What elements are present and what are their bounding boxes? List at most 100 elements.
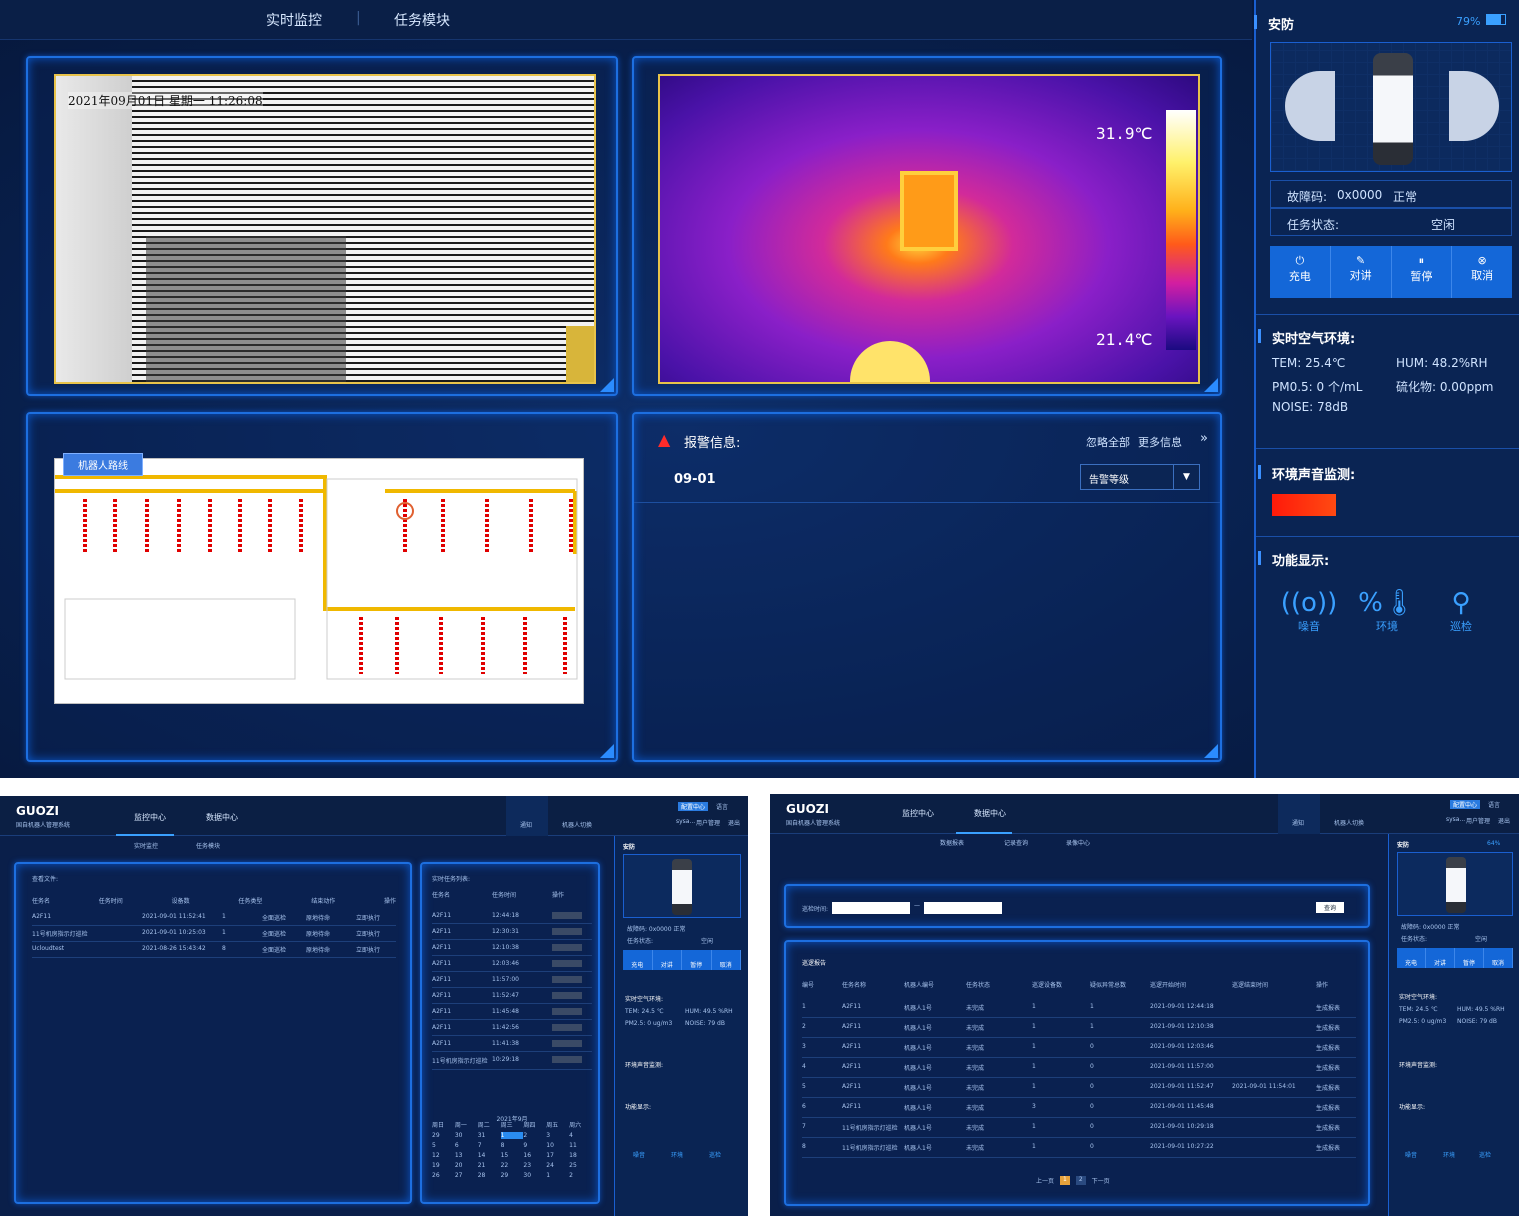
calendar-day[interactable]: 6	[455, 1142, 478, 1149]
mini-noise-function[interactable]: 噪音	[1405, 1150, 1417, 1159]
robot-switch-label[interactable]: 机器人切换	[1334, 818, 1364, 827]
calendar-day[interactable]: 11	[569, 1142, 592, 1149]
table-row[interactable]: A2F11 11:41:38	[432, 1036, 592, 1052]
calendar-day[interactable]: 26	[432, 1172, 455, 1179]
calendar-day[interactable]: 28	[478, 1172, 501, 1179]
calendar-day[interactable]: 20	[455, 1162, 478, 1169]
thermal-feed[interactable]: 31.9℃ 21.4℃	[658, 74, 1200, 384]
charge-button[interactable]: ⏻ 充电	[1270, 246, 1331, 298]
pause-button[interactable]: 暂停	[682, 950, 712, 970]
page-2-button[interactable]: 2	[1075, 1176, 1086, 1185]
table-row[interactable]: A2F11 12:10:38	[432, 940, 592, 956]
calendar-day[interactable]: 9	[523, 1142, 546, 1149]
cancel-button[interactable]: 取消	[1484, 948, 1513, 968]
page-1-button[interactable]: 1	[1060, 1176, 1070, 1185]
logout-link[interactable]: 退出	[728, 818, 740, 827]
intercom-button[interactable]: 对讲	[1426, 948, 1455, 968]
user-manage-link[interactable]: 用户管理	[1466, 816, 1490, 825]
noise-function[interactable]: ((o)) 噪音	[1278, 588, 1340, 634]
tab-task-module[interactable]: 任务模块	[394, 10, 450, 30]
calendar-day[interactable]: 5	[432, 1142, 455, 1149]
environment-function[interactable]: %🌡 环境	[1356, 588, 1418, 634]
task-action-button[interactable]	[552, 992, 582, 999]
mini-patrol-function[interactable]: 巡检	[1479, 1150, 1491, 1159]
tab-realtime-monitor[interactable]: 实时监控	[266, 10, 322, 30]
calendar-day[interactable]: 22	[501, 1162, 524, 1169]
subnav-task[interactable]: 任务模块	[196, 841, 220, 850]
alarm-level-select[interactable]: 告警等级 ▼	[1080, 464, 1200, 490]
start-date-input[interactable]	[832, 902, 910, 914]
robot-route-map[interactable]: 机器人路线	[54, 453, 584, 704]
config-center-button[interactable]: 配置中心	[1450, 800, 1481, 809]
intercom-button[interactable]: ✎ 对讲	[1330, 246, 1392, 298]
task-action-button[interactable]	[552, 1008, 582, 1015]
calendar-day[interactable]: 13	[455, 1152, 478, 1159]
table-row[interactable]: 8 11号机房指示灯巡检 机器人1号 未完成 1 0 2021-09-01 10:27:22…	[802, 1138, 1356, 1158]
mini-environment-function[interactable]: 环境	[1443, 1150, 1455, 1159]
cancel-button[interactable]: ⊗ 取消	[1452, 246, 1512, 298]
task-action-button[interactable]	[552, 960, 582, 967]
table-row[interactable]: 11号机房指示灯巡检 10:29:18	[432, 1052, 592, 1070]
robot-route-button[interactable]: 机器人路线	[63, 453, 143, 476]
pause-button[interactable]: ⏸ 暂停	[1391, 246, 1453, 298]
table-row[interactable]: 4 A2F11 机器人1号 未完成 1 0 2021-09-01 11:57:00 生成报表	[802, 1058, 1356, 1078]
language-menu[interactable]: 语言	[716, 802, 728, 811]
task-action-button[interactable]	[552, 944, 582, 951]
nav-monitor-center[interactable]: 监控中心	[902, 808, 934, 819]
calendar-day[interactable]: 15	[501, 1152, 524, 1159]
table-row[interactable]: 3 A2F11 机器人1号 未完成 1 0 2021-09-01 12:03:46 生成报表	[802, 1038, 1356, 1058]
nav-data-center[interactable]: 数据中心	[974, 808, 1006, 819]
report-cell[interactable]: 生成报表	[1316, 1143, 1356, 1152]
calendar-day[interactable]: 1	[500, 1132, 524, 1139]
logout-link[interactable]: 退出	[1498, 816, 1510, 825]
table-row[interactable]: 7 11号机房指示灯巡检 机器人1号 未完成 1 0 2021-09-01 10:29:18…	[802, 1118, 1356, 1138]
notify-label[interactable]: 通知	[1292, 818, 1304, 827]
calendar-day[interactable]: 17	[546, 1152, 569, 1159]
table-row[interactable]: 2 A2F11 机器人1号 未完成 1 1 2021-09-01 12:10:38 生成报表	[802, 1018, 1356, 1038]
next-page-button[interactable]: 下一页	[1092, 1176, 1110, 1185]
calendar-day[interactable]: 27	[455, 1172, 478, 1179]
chevron-right-icon[interactable]: »	[1200, 431, 1208, 446]
calendar-day[interactable]: 3	[546, 1132, 569, 1139]
charge-button[interactable]: 充电	[1397, 948, 1426, 968]
intercom-button[interactable]: 对讲	[652, 950, 682, 970]
table-row[interactable]: A2F11 11:52:47	[432, 988, 592, 1004]
cancel-button[interactable]: 取消	[711, 950, 741, 970]
mini-patrol-function[interactable]: 巡检	[709, 1150, 721, 1159]
charge-button[interactable]: 充电	[623, 950, 653, 970]
task-action-button[interactable]	[552, 1056, 582, 1063]
table-row[interactable]: 11号机房指示灯巡检 2021-09-01 10:25:03 1 全面巡检 原地待命 立即…	[32, 926, 396, 942]
calendar-day[interactable]: 30	[455, 1132, 478, 1139]
calendar-day[interactable]: 25	[569, 1162, 592, 1169]
table-row[interactable]: A2F11 2021-09-01 11:52:41 1 全面巡检 原地待命 立即执行	[32, 910, 396, 926]
notify-label[interactable]: 通知	[520, 820, 532, 829]
table-row[interactable]: Ucloudtest 2021-08-26 15:43:42 8 全面巡检 原地待命 立即…	[32, 942, 396, 958]
calendar-day[interactable]: 29	[501, 1172, 524, 1179]
calendar-day[interactable]: 2	[569, 1172, 592, 1179]
calendar-day[interactable]: 19	[432, 1162, 455, 1169]
report-cell[interactable]: 生成报表	[1316, 1103, 1356, 1112]
calendar-day[interactable]: 1	[546, 1172, 569, 1179]
calendar-day[interactable]: 12	[432, 1152, 455, 1159]
notify-tab[interactable]	[1278, 794, 1320, 834]
table-row[interactable]: A2F11 11:45:48	[432, 1004, 592, 1020]
table-row[interactable]: A2F11 12:30:31	[432, 924, 592, 940]
report-cell[interactable]: 生成报表	[1316, 1003, 1356, 1012]
calendar-day[interactable]: 23	[523, 1162, 546, 1169]
calendar-day[interactable]: 21	[478, 1162, 501, 1169]
report-cell[interactable]: 生成报表	[1316, 1063, 1356, 1072]
report-cell[interactable]: 生成报表	[1316, 1043, 1356, 1052]
prev-page-button[interactable]: 上一页	[1036, 1176, 1054, 1185]
nav-monitor-center[interactable]: 监控中心	[134, 812, 166, 823]
report-cell[interactable]: 生成报表	[1316, 1123, 1356, 1132]
task-action-button[interactable]	[552, 1024, 582, 1031]
end-date-input[interactable]	[924, 902, 1002, 914]
calendar-day[interactable]: 7	[478, 1142, 501, 1149]
calendar-day[interactable]: 16	[523, 1152, 546, 1159]
task-action-button[interactable]	[552, 1040, 582, 1047]
subnav-report[interactable]: 数据报表	[940, 838, 964, 847]
query-button[interactable]: 查询	[1316, 902, 1345, 913]
language-menu[interactable]: 语言	[1488, 800, 1500, 809]
nav-data-center[interactable]: 数据中心	[206, 812, 238, 823]
notify-tab[interactable]	[506, 796, 548, 836]
